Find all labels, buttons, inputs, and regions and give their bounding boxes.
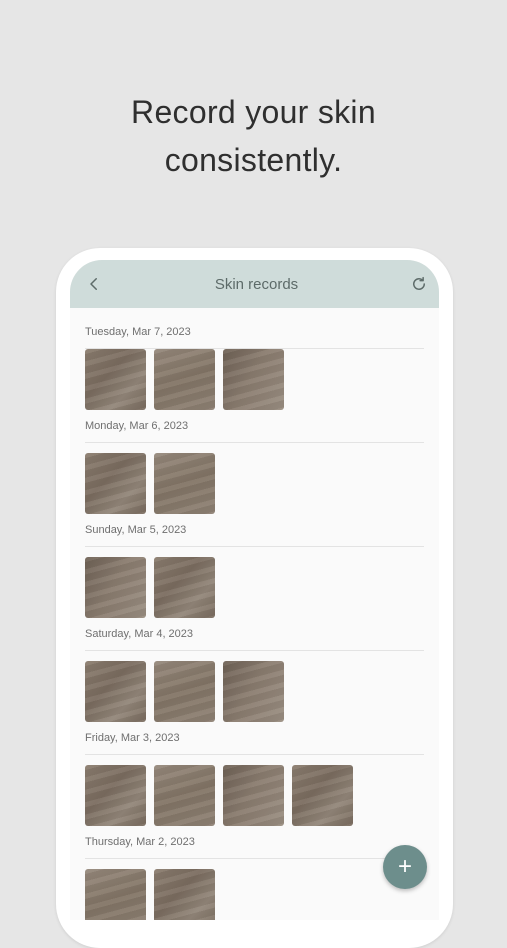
day-group: Monday, Mar 6, 2023 bbox=[85, 420, 424, 443]
day-label: Monday, Mar 6, 2023 bbox=[85, 420, 189, 432]
headline: Record your skin consistently. bbox=[0, 88, 507, 184]
skin-photo-thumbnail[interactable] bbox=[154, 557, 215, 618]
chevron-left-icon bbox=[90, 278, 97, 290]
skin-photo-thumbnail[interactable] bbox=[154, 869, 215, 920]
skin-photo-thumbnail[interactable] bbox=[292, 765, 353, 826]
day-label: Thursday, Mar 2, 2023 bbox=[85, 836, 195, 848]
day-group: Saturday, Mar 4, 2023 bbox=[85, 628, 424, 651]
skin-photo-thumbnail[interactable] bbox=[154, 349, 215, 410]
photo-row bbox=[85, 859, 424, 920]
photo-row bbox=[85, 755, 424, 836]
day-label: Saturday, Mar 4, 2023 bbox=[85, 628, 194, 640]
skin-photo-thumbnail[interactable] bbox=[85, 453, 146, 514]
skin-photo-thumbnail[interactable] bbox=[223, 765, 284, 826]
app-bar: Skin records bbox=[70, 260, 439, 308]
phone-screen: Skin records Tuesday, Mar 7, 2023 Monday… bbox=[70, 260, 439, 920]
day-label: Friday, Mar 3, 2023 bbox=[85, 732, 180, 744]
skin-photo-thumbnail[interactable] bbox=[85, 765, 146, 826]
photo-row bbox=[85, 443, 424, 524]
page-title: Skin records bbox=[214, 275, 299, 293]
headline-line-2: consistently. bbox=[164, 142, 343, 178]
back-button[interactable] bbox=[84, 274, 104, 294]
skin-photo-thumbnail[interactable] bbox=[85, 349, 146, 410]
records-list: Tuesday, Mar 7, 2023 Monday, Mar 6, 2023… bbox=[70, 308, 439, 920]
day-group: Tuesday, Mar 7, 2023 bbox=[85, 318, 424, 349]
skin-photo-thumbnail[interactable] bbox=[223, 349, 284, 410]
day-group: Thursday, Mar 2, 2023 bbox=[85, 836, 424, 859]
skin-photo-thumbnail[interactable] bbox=[85, 869, 146, 920]
refresh-button[interactable] bbox=[409, 274, 429, 294]
skin-photo-thumbnail[interactable] bbox=[154, 765, 215, 826]
photo-row bbox=[85, 651, 424, 732]
add-record-button[interactable]: + bbox=[383, 845, 427, 889]
photo-row bbox=[85, 349, 424, 420]
headline-line-1: Record your skin bbox=[131, 94, 376, 130]
day-label: Sunday, Mar 5, 2023 bbox=[85, 524, 187, 536]
skin-photo-thumbnail[interactable] bbox=[85, 557, 146, 618]
skin-photo-thumbnail[interactable] bbox=[223, 661, 284, 722]
refresh-icon bbox=[413, 276, 425, 290]
day-label: Tuesday, Mar 7, 2023 bbox=[85, 326, 191, 338]
photo-row bbox=[85, 547, 424, 628]
skin-photo-thumbnail[interactable] bbox=[154, 453, 215, 514]
skin-photo-thumbnail[interactable] bbox=[85, 661, 146, 722]
day-group: Friday, Mar 3, 2023 bbox=[85, 732, 424, 755]
skin-photo-thumbnail[interactable] bbox=[154, 661, 215, 722]
day-group: Sunday, Mar 5, 2023 bbox=[85, 524, 424, 547]
plus-icon: + bbox=[397, 853, 412, 880]
